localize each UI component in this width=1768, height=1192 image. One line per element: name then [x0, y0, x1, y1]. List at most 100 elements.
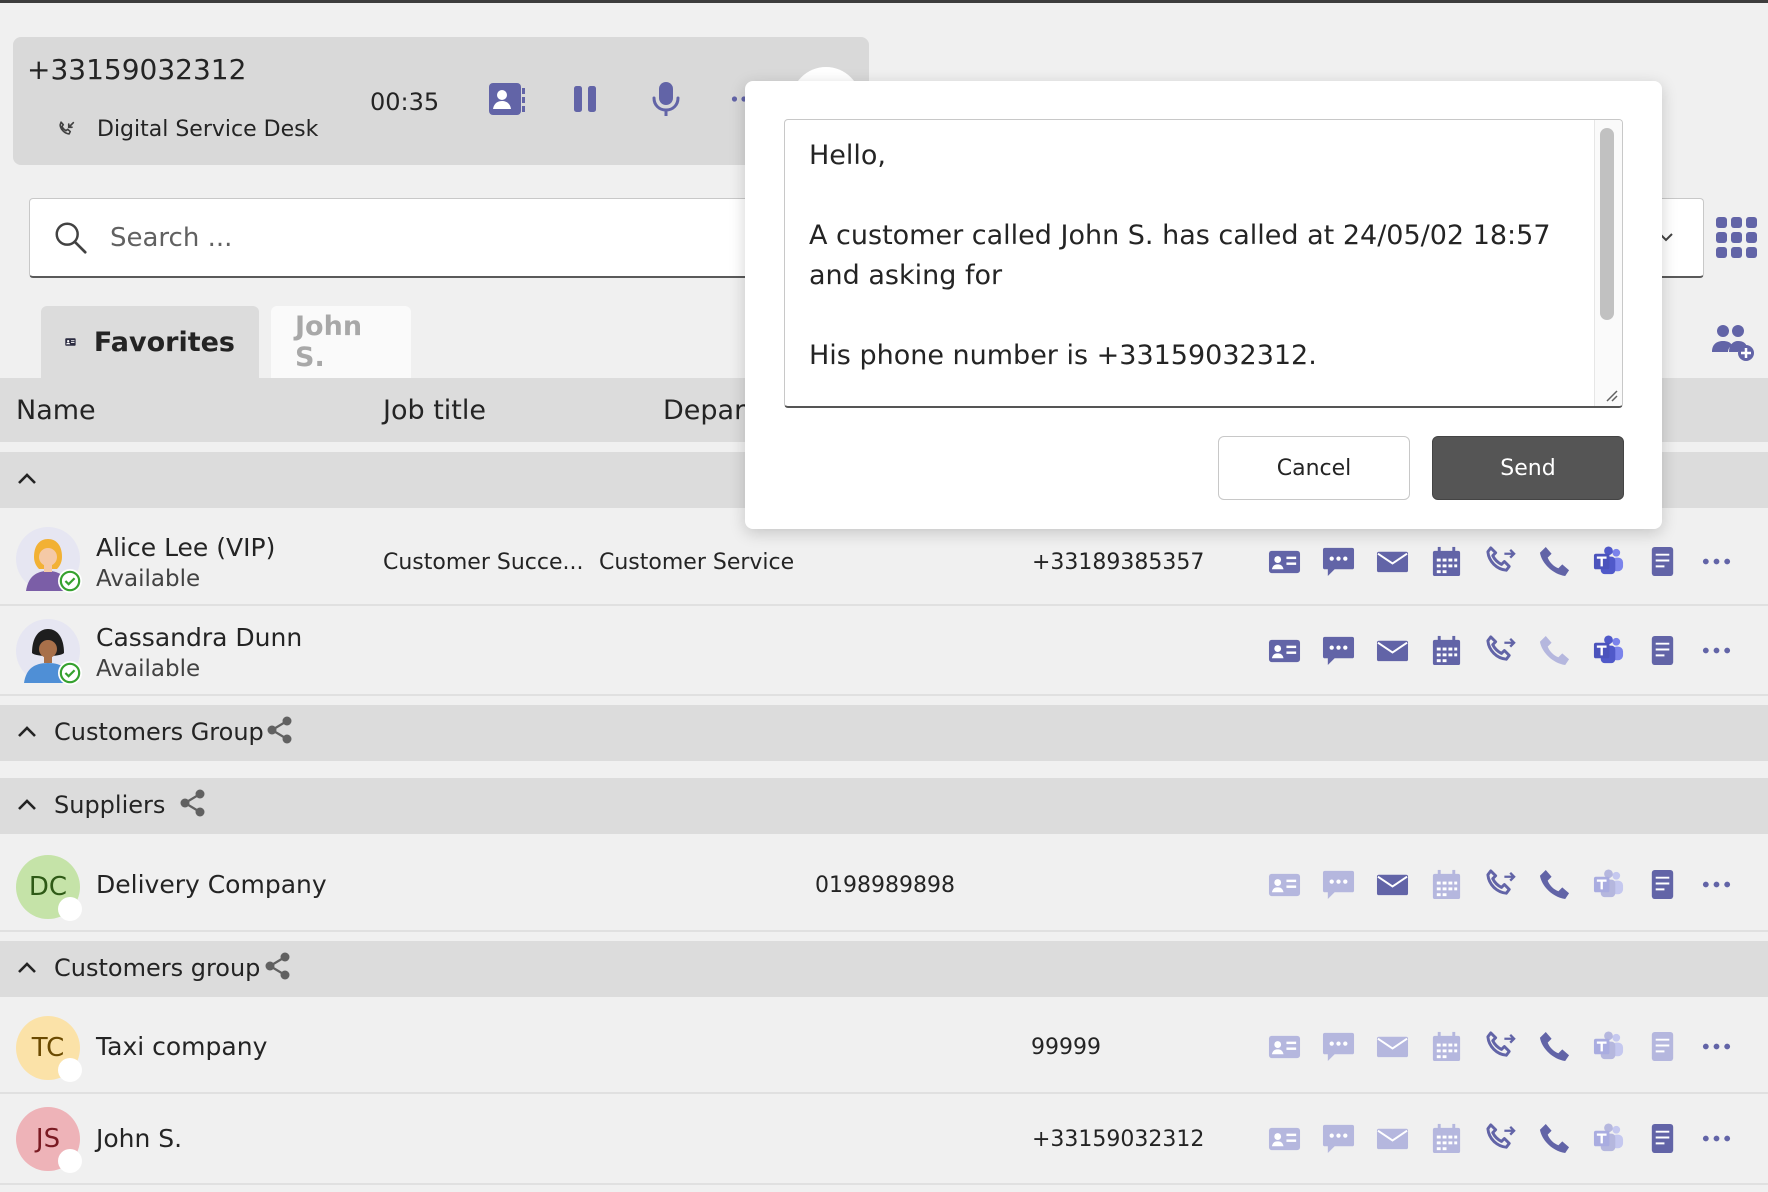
calendar-action[interactable] — [1430, 634, 1463, 667]
call-action[interactable] — [1538, 1030, 1571, 1063]
teams-action[interactable] — [1592, 634, 1625, 667]
transfer-call-action[interactable] — [1484, 1122, 1517, 1155]
more-action[interactable] — [1700, 545, 1733, 578]
mail-icon — [1376, 1128, 1409, 1150]
add-people-icon[interactable] — [1711, 322, 1755, 362]
group-label: Customers Group — [54, 718, 264, 746]
calendar-action[interactable] — [1430, 868, 1463, 901]
transfer-call-icon — [1486, 1031, 1516, 1057]
group-header-customers-2[interactable]: Customers group — [0, 941, 1768, 997]
transfer-call-action[interactable] — [1484, 634, 1517, 667]
contact-card-action[interactable] — [1268, 545, 1301, 578]
notes-action[interactable] — [1646, 634, 1679, 667]
notes-action[interactable] — [1646, 1122, 1679, 1155]
scrollbar-thumb[interactable] — [1600, 128, 1614, 320]
contact-card-action[interactable] — [1268, 634, 1301, 667]
calendar-action[interactable] — [1430, 545, 1463, 578]
presence-available-badge — [58, 569, 82, 593]
tab-label: John S. — [295, 311, 363, 373]
cancel-button[interactable]: Cancel — [1218, 436, 1410, 500]
chat-action[interactable] — [1322, 1122, 1355, 1155]
chevron-up-icon[interactable] — [16, 957, 38, 979]
group-header-customers[interactable]: Customers Group — [0, 705, 1768, 761]
avatar: DC — [16, 855, 82, 921]
call-action[interactable] — [1538, 545, 1571, 578]
call-timer: 00:35 — [370, 88, 440, 116]
notes-action[interactable] — [1646, 868, 1679, 901]
search-icon — [55, 222, 87, 254]
contact-card-action[interactable] — [1268, 1030, 1301, 1063]
mute-button[interactable] — [644, 77, 688, 121]
chevron-up-icon[interactable] — [16, 721, 38, 743]
avatar: JS — [16, 1107, 82, 1173]
teams-action[interactable] — [1592, 1122, 1625, 1155]
notes-action[interactable] — [1646, 545, 1679, 578]
contact-row-delivery-company[interactable]: DC Delivery Company 0198989898 — [0, 835, 1768, 932]
chat-action[interactable] — [1322, 634, 1355, 667]
tab-favorites[interactable]: Favorites — [41, 306, 259, 378]
teams-action[interactable] — [1592, 545, 1625, 578]
email-action[interactable] — [1376, 1030, 1409, 1063]
available-check-icon — [59, 570, 81, 592]
calendar-action[interactable] — [1430, 1030, 1463, 1063]
teams-icon — [1593, 869, 1624, 898]
transfer-call-action[interactable] — [1484, 545, 1517, 578]
message-textarea[interactable]: Hello, A customer called John S. has cal… — [784, 119, 1623, 408]
contact-name: John S. — [96, 1124, 183, 1153]
message-text[interactable]: Hello, A customer called John S. has cal… — [809, 136, 1569, 376]
contact-row-john-s[interactable]: JS John S. +33159032312 — [0, 1095, 1768, 1185]
scrollbar-track[interactable] — [1594, 120, 1622, 406]
email-action[interactable] — [1376, 634, 1409, 667]
contact-phone: 0198989898 — [815, 873, 955, 898]
transfer-call-icon — [1486, 546, 1516, 572]
resize-grip-icon[interactable] — [1602, 386, 1618, 402]
calendar-icon — [1432, 635, 1461, 666]
share-icon[interactable] — [265, 715, 295, 745]
chat-action[interactable] — [1322, 1030, 1355, 1063]
transfer-call-icon — [1486, 869, 1516, 895]
apps-grid-icon[interactable] — [1716, 217, 1758, 259]
contact-department: Customer Service — [599, 550, 795, 575]
contact-card-icon — [1268, 1035, 1301, 1059]
column-department[interactable]: Depart — [663, 395, 756, 426]
share-icon[interactable] — [178, 788, 208, 818]
contact-actions — [1268, 868, 1733, 901]
contact-row-cassandra-dunn[interactable]: Cassandra Dunn Available — [0, 607, 1768, 696]
call-action[interactable] — [1538, 868, 1571, 901]
more-action[interactable] — [1700, 868, 1733, 901]
more-action[interactable] — [1700, 634, 1733, 667]
calendar-action[interactable] — [1430, 1122, 1463, 1155]
contact-card-action[interactable] — [1268, 1122, 1301, 1155]
notes-action[interactable] — [1646, 1030, 1679, 1063]
contact-card-action[interactable] — [1268, 868, 1301, 901]
more-action[interactable] — [1700, 1122, 1733, 1155]
send-button[interactable]: Send — [1432, 436, 1624, 500]
email-action[interactable] — [1376, 1122, 1409, 1155]
chevron-up-icon[interactable] — [16, 468, 38, 490]
teams-action[interactable] — [1592, 868, 1625, 901]
email-action[interactable] — [1376, 545, 1409, 578]
contact-row-taxi-company[interactable]: TC Taxi company 99999 — [0, 998, 1768, 1094]
column-job-title[interactable]: Job title — [383, 395, 486, 426]
email-action[interactable] — [1376, 868, 1409, 901]
group-header-suppliers[interactable]: Suppliers — [0, 778, 1768, 834]
chevron-up-icon[interactable] — [16, 794, 38, 816]
hold-button[interactable] — [563, 77, 607, 121]
contact-actions — [1268, 1030, 1733, 1063]
call-action[interactable] — [1538, 1122, 1571, 1155]
chat-action[interactable] — [1322, 868, 1355, 901]
column-name[interactable]: Name — [16, 395, 96, 426]
teams-action[interactable] — [1592, 1030, 1625, 1063]
tab-john-s[interactable]: John S. — [271, 306, 411, 378]
share-icon[interactable] — [263, 951, 293, 981]
chat-action[interactable] — [1322, 545, 1355, 578]
search-input[interactable] — [110, 213, 710, 263]
contact-card-button[interactable] — [484, 77, 528, 121]
more-action[interactable] — [1700, 1030, 1733, 1063]
transfer-call-action[interactable] — [1484, 868, 1517, 901]
contact-card-icon — [1268, 639, 1301, 663]
transfer-call-action[interactable] — [1484, 1030, 1517, 1063]
call-action[interactable] — [1538, 634, 1571, 667]
avatar — [16, 527, 82, 593]
active-call-bar: +33159032312 Digital Service Desk 00:35 — [13, 37, 869, 165]
